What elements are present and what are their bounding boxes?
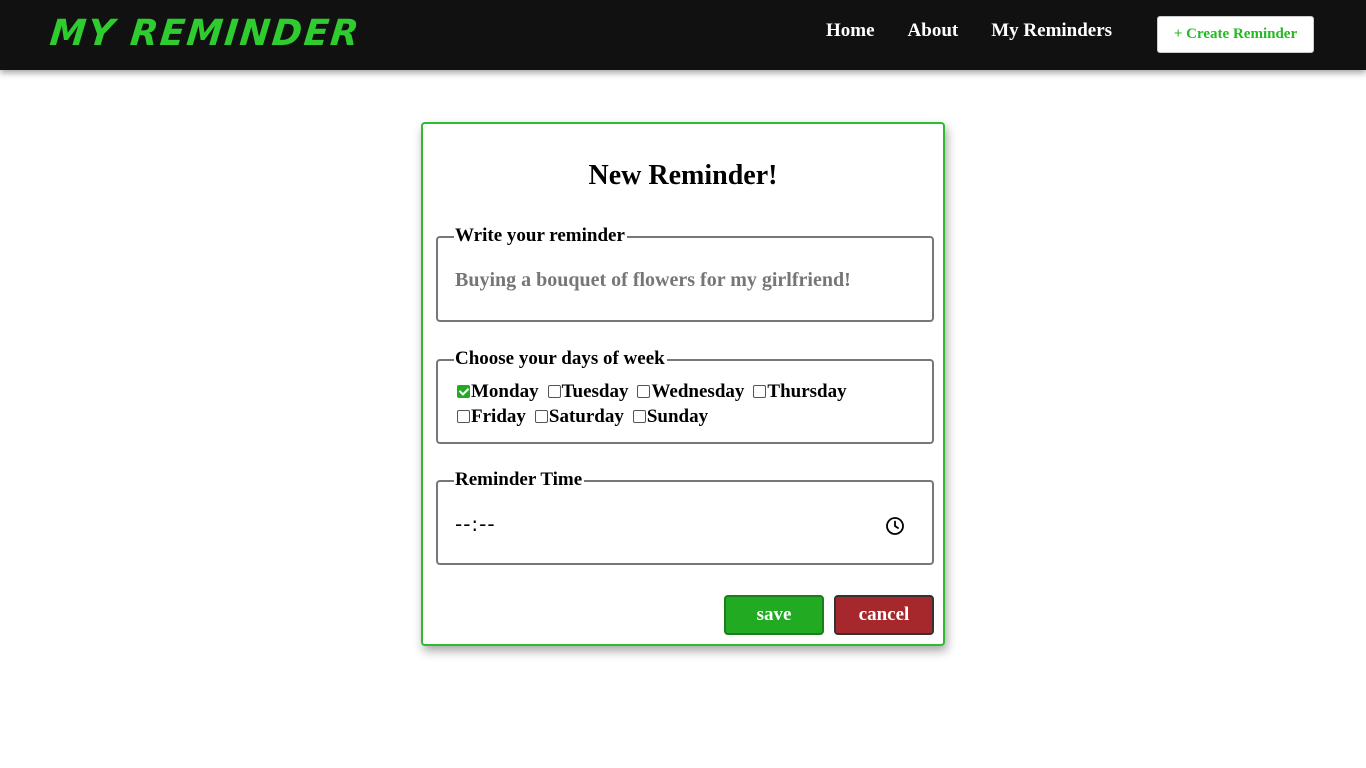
tuesday-label: Tuesday — [561, 380, 629, 402]
thursday-label: Thursday — [767, 380, 847, 402]
sunday-label: Sunday — [646, 405, 709, 427]
thursday-checkbox[interactable] — [753, 385, 767, 398]
friday-checkbox[interactable] — [457, 410, 470, 423]
reminder-text-legend: Write your reminder — [454, 224, 627, 248]
brand-logo[interactable]: MY REMINDER — [47, 10, 363, 58]
saturday-checkbox[interactable] — [534, 410, 548, 423]
saturday-label: Saturday — [548, 405, 624, 427]
cancel-button[interactable]: cancel — [834, 595, 934, 635]
monday-checkbox[interactable] — [457, 385, 470, 398]
wednesday-checkbox[interactable] — [637, 385, 651, 398]
day-friday[interactable]: Friday — [455, 406, 526, 428]
days-checkbox-group: Monday Tuesday Wednesday Thursday Friday… — [455, 379, 925, 429]
nav-link-about[interactable]: About — [908, 20, 959, 42]
day-monday[interactable]: Monday — [455, 381, 539, 403]
sunday-checkbox[interactable] — [632, 410, 646, 423]
days-row-1: Monday Tuesday Wednesday Thursday — [455, 379, 925, 404]
wednesday-label: Wednesday — [651, 380, 745, 402]
reminder-text-field[interactable]: Write your reminder Buying a bouquet of … — [436, 224, 934, 322]
reminder-time-legend: Reminder Time — [454, 468, 585, 492]
day-sunday[interactable]: Sunday — [631, 406, 708, 428]
days-legend: Choose your days of week — [454, 347, 667, 371]
nav-links: Home About My Reminders — [826, 0, 1145, 70]
nav-link-my-reminders[interactable]: My Reminders — [991, 20, 1112, 42]
days-of-week-fieldset: Choose your days of week Monday Tuesday … — [436, 347, 934, 444]
save-button[interactable]: save — [724, 595, 824, 635]
reminder-time-input[interactable]: --:-- — [455, 512, 496, 536]
form-title: New Reminder! — [588, 160, 778, 191]
days-row-2: Friday Saturday Sunday — [455, 404, 925, 429]
reminder-time-field[interactable]: Reminder Time --:-- — [436, 468, 934, 565]
create-reminder-button[interactable]: + Create Reminder — [1157, 16, 1314, 53]
day-thursday[interactable]: Thursday — [751, 380, 847, 403]
new-reminder-form: New Reminder! Write your reminder Buying… — [421, 122, 945, 646]
tuesday-checkbox[interactable] — [547, 385, 561, 398]
day-tuesday[interactable]: Tuesday — [546, 380, 629, 403]
reminder-text-value[interactable]: Buying a bouquet of flowers for my girlf… — [455, 269, 851, 292]
monday-label: Monday — [471, 380, 539, 402]
clock-icon[interactable] — [885, 516, 905, 536]
day-saturday[interactable]: Saturday — [533, 406, 624, 428]
friday-label: Friday — [471, 405, 526, 427]
top-navbar: MY REMINDER Home About My Reminders + Cr… — [0, 0, 1366, 70]
day-wednesday[interactable]: Wednesday — [635, 381, 744, 403]
nav-link-home[interactable]: Home — [826, 20, 875, 42]
